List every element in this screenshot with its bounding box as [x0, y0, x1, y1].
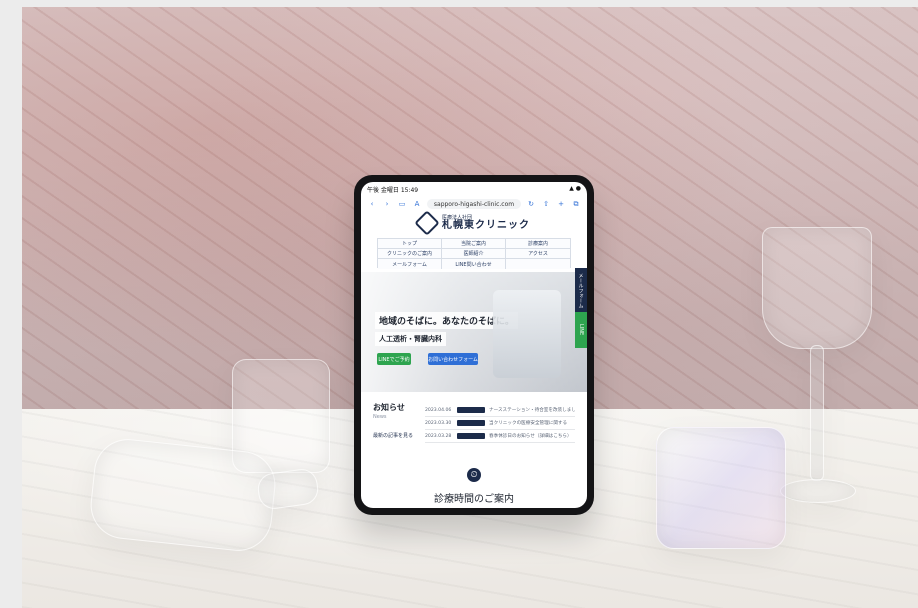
- frame: 午後 金曜日 15:49 ▲ ● ‹ › ▭ A sapporo-higashi…: [0, 0, 918, 608]
- chevron-right-icon[interactable]: ›: [382, 199, 392, 209]
- tablet-screen: 午後 金曜日 15:49 ▲ ● ‹ › ▭ A sapporo-higashi…: [361, 182, 587, 508]
- share-icon[interactable]: ⇧: [541, 199, 551, 209]
- glass-bottle: [87, 435, 279, 555]
- wine-glass-bowl: [762, 227, 872, 349]
- side-tab-line[interactable]: LINE: [575, 312, 587, 348]
- nav-item-doctors[interactable]: 医師紹介: [442, 249, 506, 259]
- news-date: 2023.04.06: [425, 407, 452, 413]
- tabs-icon[interactable]: ⧉: [571, 199, 581, 209]
- news-section: お知らせ News 最新の記事を見る 2023.04.06 ナースステーション・…: [373, 402, 575, 454]
- nav-item-top[interactable]: トップ: [378, 239, 442, 249]
- news-en: News: [373, 414, 387, 420]
- aa-icon[interactable]: A: [412, 199, 422, 209]
- news-text: 春季休診日のお知らせ（詳細はこちら）: [489, 434, 572, 439]
- news-item[interactable]: 2023.03.30 当クリニックの医療安全管理に関する: [425, 417, 575, 430]
- nav-item-line[interactable]: LINE問い合わせ: [442, 259, 506, 269]
- url-text: sapporo-higashi-clinic.com: [433, 200, 515, 208]
- sidebar-icon[interactable]: ▭: [397, 199, 407, 209]
- status-bar: 午後 金曜日 15:49 ▲ ●: [367, 185, 581, 195]
- hours-title: 診療時間のご案内: [434, 494, 514, 505]
- reload-icon[interactable]: ↻: [526, 199, 536, 209]
- plus-icon[interactable]: +: [556, 199, 566, 209]
- browser-toolbar: ‹ › ▭ A sapporo-higashi-clinic.com ↻ ⇧ +…: [361, 196, 587, 212]
- hero-subtitle: 人工透析・腎臓内科: [375, 332, 446, 346]
- status-right: ▲ ●: [569, 185, 581, 192]
- nav-item-clinic[interactable]: クリニックのご案内: [378, 249, 442, 259]
- hero-title: 地域のそばに。あなたのそばに。: [375, 312, 519, 329]
- line-reserve-button[interactable]: LINEでご予約: [377, 353, 411, 365]
- news-badge: [457, 433, 485, 439]
- url-bar[interactable]: sapporo-higashi-clinic.com: [427, 199, 521, 209]
- news-list: 2023.04.06 ナースステーション・待合室を改装しました 2023.03.…: [425, 404, 575, 443]
- news-more-link[interactable]: 最新の記事を見る: [373, 432, 413, 439]
- news-text: ナースステーション・待合室を改装しました: [489, 408, 575, 413]
- wine-glass-base: [780, 479, 856, 503]
- chevron-left-icon[interactable]: ‹: [367, 199, 377, 209]
- clinic-name: 札幌東クリニック: [442, 219, 530, 231]
- news-badge: [457, 420, 485, 426]
- news-badge: [457, 407, 485, 413]
- contact-form-button[interactable]: お問い合わせフォーム: [428, 353, 478, 365]
- clinic-logo-icon: [414, 210, 440, 236]
- clinic-name-block: 医療法人社団 札幌東クリニック: [442, 215, 530, 231]
- nav-item-services[interactable]: 診療案内: [506, 239, 570, 249]
- news-item[interactable]: 2023.03.28 春季休診日のお知らせ（詳細はこちら）: [425, 430, 575, 443]
- side-tab-mail[interactable]: メールフォーム: [575, 268, 587, 312]
- news-text: 当クリニックの医療安全管理に関する: [489, 421, 568, 426]
- site-header: 医療法人社団 札幌東クリニック: [361, 210, 587, 236]
- product-photo: 午後 金曜日 15:49 ▲ ● ‹ › ▭ A sapporo-higashi…: [22, 7, 918, 608]
- clock-icon: ⏲: [467, 468, 481, 482]
- nav-item-access[interactable]: アクセス: [506, 249, 570, 259]
- nav-item-about[interactable]: 当院ご案内: [442, 239, 506, 249]
- nav-item-mail[interactable]: メールフォーム: [378, 259, 442, 269]
- iridescent-glass: [656, 427, 786, 549]
- site-navigation: トップ 当院ご案内 診療案内 クリニックのご案内 医師紹介 アクセス メールフォ…: [377, 238, 571, 269]
- news-date: 2023.03.28: [425, 433, 452, 439]
- nav-item-empty: [506, 259, 570, 269]
- wine-glass-stem: [810, 345, 824, 481]
- news-title: お知らせ: [373, 403, 405, 412]
- news-item[interactable]: 2023.04.06 ナースステーション・待合室を改装しました: [425, 404, 575, 417]
- hero: 地域のそばに。あなたのそばに。 人工透析・腎臓内科 LINEでご予約 お問い合わ…: [361, 272, 587, 392]
- tablet-device: 午後 金曜日 15:49 ▲ ● ‹ › ▭ A sapporo-higashi…: [354, 175, 594, 515]
- news-date: 2023.03.30: [425, 420, 452, 426]
- status-left: 午後 金曜日 15:49: [367, 187, 419, 194]
